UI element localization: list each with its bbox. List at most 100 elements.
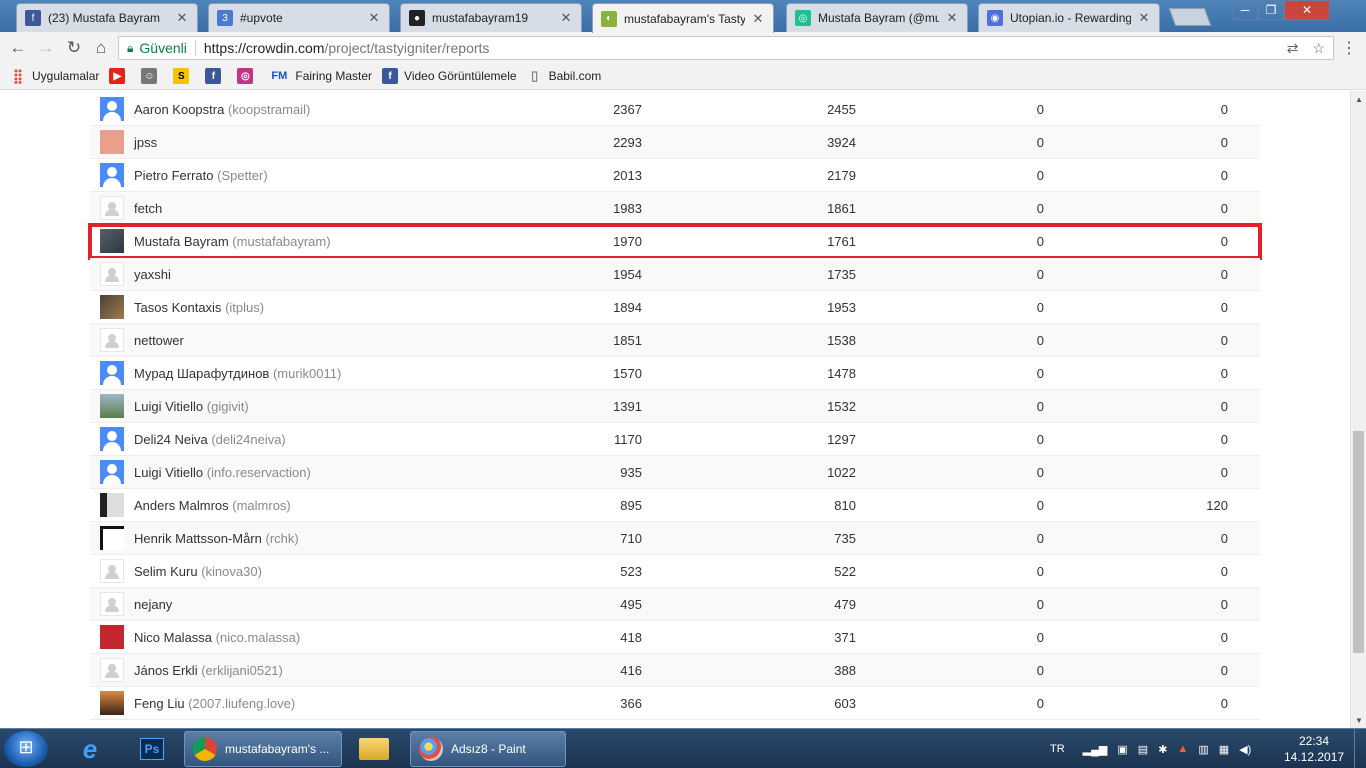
member-name[interactable]: Anders Malmros xyxy=(134,498,229,513)
tab-close-icon[interactable]: ✕ xyxy=(751,11,765,27)
member-name[interactable]: Deli24 Neiva xyxy=(134,432,208,447)
taskbar-paint-window[interactable]: Adsız8 - Paint xyxy=(410,731,566,767)
member-name[interactable]: nettower xyxy=(134,333,184,348)
tray-app-icon[interactable]: ▤ xyxy=(1138,743,1148,756)
member-name[interactable]: yaxshi xyxy=(134,267,171,282)
photoshop-icon[interactable]: Ps xyxy=(128,732,176,766)
member-name[interactable]: Mustafa Bayram xyxy=(134,234,229,249)
tab-steemit[interactable]: ◎ Mustafa Bayram (@must ✕ xyxy=(786,3,968,32)
tab-utopian[interactable]: ◉ Utopian.io - Rewarding C ✕ xyxy=(978,3,1160,32)
tab-close-icon[interactable]: ✕ xyxy=(945,10,959,26)
avatar[interactable] xyxy=(100,592,124,616)
avatar[interactable] xyxy=(100,328,124,352)
member-name[interactable]: Tasos Kontaxis xyxy=(134,300,221,315)
scroll-thumb[interactable] xyxy=(1353,431,1364,653)
member-name[interactable]: János Erkli xyxy=(134,663,198,678)
vertical-scrollbar[interactable]: ▲ ▼ xyxy=(1350,91,1366,728)
avatar[interactable] xyxy=(100,295,124,319)
bluetooth-icon[interactable]: ✱ xyxy=(1158,743,1167,756)
table-row: Feng Liu (2007.liufeng.love) 366 603 0 0 xyxy=(90,687,1260,720)
avatar[interactable] xyxy=(100,196,124,220)
member-name[interactable]: nejany xyxy=(134,597,172,612)
avatar[interactable] xyxy=(100,625,124,649)
usb-icon[interactable]: ▦ xyxy=(1219,743,1229,756)
bookmark-instagram[interactable]: ◎ xyxy=(237,68,259,84)
system-clock[interactable]: 22:34 14.12.2017 xyxy=(1284,733,1344,765)
bookmark-user-avatar[interactable]: ☺ xyxy=(141,68,163,84)
words-count: 495 xyxy=(620,596,642,612)
language-indicator[interactable]: TR xyxy=(1050,743,1065,755)
bookmark-babil-com[interactable]: ▯ Babil.com xyxy=(527,68,601,84)
show-desktop-button[interactable] xyxy=(1354,729,1366,768)
back-icon[interactable]: ← xyxy=(7,37,29,59)
votes-count: 0 xyxy=(1220,464,1228,480)
avatar[interactable] xyxy=(100,658,124,682)
scroll-up-icon[interactable]: ▲ xyxy=(1351,91,1366,107)
avatar[interactable] xyxy=(100,493,124,517)
member-name[interactable]: jpss xyxy=(134,135,157,150)
bookmark-s[interactable]: S xyxy=(173,68,195,84)
internet-explorer-icon[interactable]: e xyxy=(66,732,114,766)
avatar[interactable] xyxy=(100,97,124,121)
bookmark-star-icon[interactable]: ☆ xyxy=(1312,40,1325,57)
avatar[interactable] xyxy=(100,163,124,187)
avatar[interactable] xyxy=(100,130,124,154)
file-explorer-icon[interactable] xyxy=(350,732,398,766)
tab-title: mustafabayram19 xyxy=(432,11,529,25)
bookmark-uygulamalar[interactable]: ⣿ Uygulamalar xyxy=(10,67,100,84)
maximize-button[interactable]: ❐ xyxy=(1258,0,1284,20)
scroll-down-icon[interactable]: ▼ xyxy=(1351,712,1366,728)
bookmark-fairing-master[interactable]: FM Fairing Master xyxy=(269,68,372,84)
member-name[interactable]: Pietro Ferrato xyxy=(134,168,213,183)
apps-icon: ⣿ xyxy=(12,67,24,84)
avatar[interactable] xyxy=(100,691,124,715)
member-name[interactable]: Luigi Vitiello xyxy=(134,399,203,414)
tab-close-icon[interactable]: ✕ xyxy=(175,10,189,26)
avatar[interactable] xyxy=(100,526,124,550)
translate-icon[interactable]: ⇄ xyxy=(1287,40,1299,57)
tab-github[interactable]: ● mustafabayram19 ✕ xyxy=(400,3,582,32)
avatar[interactable] xyxy=(100,361,124,385)
tab-close-icon[interactable]: ✕ xyxy=(1137,10,1151,26)
tab-crowdin[interactable]: ◐ mustafabayram's TastyIg ✕ xyxy=(592,3,774,33)
tab-facebook[interactable]: f (23) Mustafa Bayram ✕ xyxy=(16,3,198,32)
avatar[interactable] xyxy=(100,559,124,583)
close-window-button[interactable]: ✕ xyxy=(1284,0,1330,20)
member-name[interactable]: Aaron Koopstra xyxy=(134,102,224,117)
avatar[interactable] xyxy=(100,262,124,286)
warning-icon[interactable]: ▲ xyxy=(1177,743,1188,755)
member-name[interactable]: fetch xyxy=(134,201,162,216)
minimize-button[interactable]: ─ xyxy=(1232,0,1258,20)
menu-icon[interactable]: ⋮ xyxy=(1341,38,1357,58)
member-name[interactable]: Nico Malassa xyxy=(134,630,212,645)
taskbar-chrome-window[interactable]: mustafabayram's ... xyxy=(184,731,342,767)
start-button[interactable] xyxy=(4,731,48,767)
member-name[interactable]: Luigi Vitiello xyxy=(134,465,203,480)
member-name[interactable]: Feng Liu xyxy=(134,696,185,711)
member-name[interactable]: Henrik Mattsson-Mårn xyxy=(134,531,262,546)
tab-close-icon[interactable]: ✕ xyxy=(367,10,381,26)
volume-icon[interactable]: ◀) xyxy=(1239,743,1251,756)
bookmark-video-g-r-nt-lemele[interactable]: f Video Görüntülemele xyxy=(382,68,517,84)
bookmark-youtube[interactable]: ▶ xyxy=(109,68,131,84)
avatar[interactable] xyxy=(100,460,124,484)
member-name[interactable]: Selim Kuru xyxy=(134,564,198,579)
forward-icon[interactable]: → xyxy=(35,37,57,59)
network-icon[interactable]: ▣ xyxy=(1117,743,1127,756)
member-name[interactable]: Мурад Шарафутдинов xyxy=(134,366,269,381)
address-bar[interactable]: 🔒︎ Güvenli https://crowdin.com/project/t… xyxy=(118,36,1334,60)
bookmark-facebook[interactable]: f xyxy=(205,68,227,84)
avatar[interactable] xyxy=(100,427,124,451)
signal-icon[interactable]: ▂▄▆ xyxy=(1083,743,1108,756)
tab-upvote[interactable]: 3 #upvote ✕ xyxy=(208,3,390,32)
new-tab-button[interactable] xyxy=(1168,8,1212,26)
tab-close-icon[interactable]: ✕ xyxy=(559,10,573,26)
words-count: 1970 xyxy=(613,233,642,249)
home-icon[interactable]: ⌂ xyxy=(90,37,112,59)
monitor-icon[interactable]: ▥ xyxy=(1198,743,1208,756)
avatar[interactable] xyxy=(100,394,124,418)
reload-icon[interactable]: ↻ xyxy=(63,37,85,59)
member-name-cell: János Erkli (erklijani0521) xyxy=(134,663,283,678)
github-icon: ● xyxy=(409,10,425,26)
avatar[interactable] xyxy=(100,229,124,253)
